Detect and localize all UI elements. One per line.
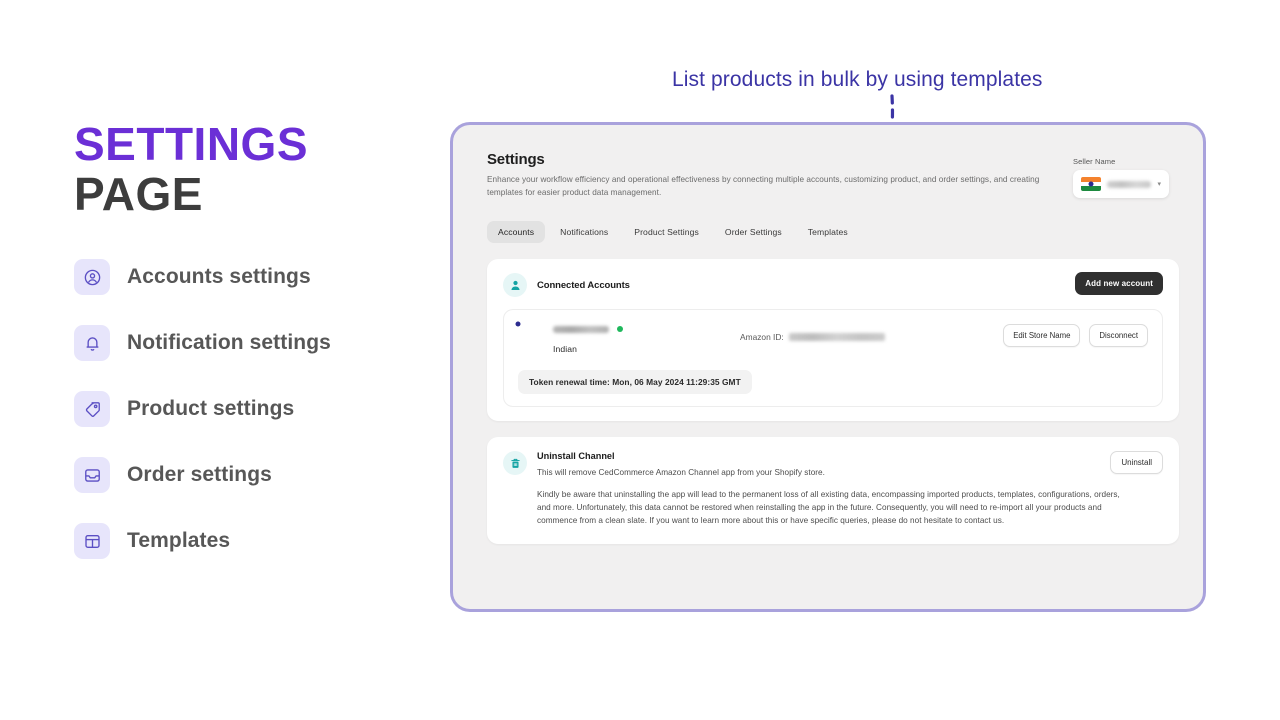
uninstall-channel-panel: Uninstall Channel Uninstall This will re…	[487, 437, 1179, 544]
feature-label: Order settings	[127, 463, 272, 487]
tab-accounts[interactable]: Accounts	[487, 221, 546, 244]
annotation-text: List products in bulk by using templates	[672, 68, 1043, 91]
feature-item-order[interactable]: Order settings	[74, 457, 454, 494]
connected-accounts-header: Connected Accounts	[503, 273, 1163, 298]
amazon-id-label: Amazon ID:	[740, 332, 784, 343]
tab-order-settings[interactable]: Order Settings	[714, 221, 793, 243]
edit-store-name-button[interactable]: Edit Store Name	[1003, 324, 1081, 348]
account-row: Indian Amazon ID: Edit Store Name Discon…	[503, 309, 1163, 408]
feature-item-templates[interactable]: Templates	[74, 523, 454, 560]
status-online-icon	[617, 326, 623, 333]
connected-accounts-title: Connected Accounts	[537, 279, 630, 291]
tag-icon	[74, 391, 110, 428]
uninstall-paragraph-2: Kindly be aware that uninstalling the ap…	[537, 489, 1120, 526]
chevron-down-icon: ▾	[1157, 181, 1161, 188]
tab-notifications[interactable]: Notifications	[549, 221, 619, 243]
feature-label: Product settings	[127, 397, 295, 421]
app-screenshot-card: Settings Enhance your workflow efficienc…	[450, 122, 1206, 612]
add-new-account-button[interactable]: Add new account	[1075, 272, 1163, 296]
uninstall-paragraph-1: This will remove CedCommerce Amazon Chan…	[537, 468, 825, 478]
page-title-primary: SETTINGS	[74, 118, 309, 170]
account-country: Indian	[553, 344, 578, 355]
india-flag-icon	[1081, 177, 1101, 191]
person-icon	[503, 273, 527, 298]
feature-label: Notification settings	[127, 331, 331, 355]
feature-item-accounts[interactable]: Accounts settings	[74, 259, 454, 296]
inbox-icon	[74, 457, 110, 494]
amazon-id-field: Amazon ID:	[740, 332, 885, 342]
seller-account-switcher[interactable]: ▾	[1073, 170, 1169, 198]
account-identity: Indian	[553, 322, 623, 354]
account-store-name	[553, 325, 609, 333]
uninstall-title: Uninstall Channel	[537, 451, 615, 462]
feature-list: Accounts settings Notification settings	[74, 259, 454, 560]
seller-name-block: Seller Name ▾	[1073, 157, 1169, 198]
seller-name-value	[1107, 180, 1152, 188]
feature-label: Accounts settings	[127, 265, 311, 289]
india-flag-icon	[515, 321, 540, 348]
template-icon	[74, 523, 110, 560]
feature-label: Templates	[127, 529, 231, 553]
left-panel: SETTINGS PAGE Accounts settings Notifica…	[74, 120, 454, 589]
bell-icon	[74, 325, 110, 362]
connected-accounts-panel: Connected Accounts Add new account India…	[487, 259, 1179, 422]
feature-item-notification[interactable]: Notification settings	[74, 325, 454, 362]
amazon-id-value	[788, 333, 885, 342]
tab-templates[interactable]: Templates	[797, 221, 859, 243]
tab-product-settings[interactable]: Product Settings	[623, 221, 710, 243]
page-title-secondary: PAGE	[74, 168, 203, 221]
uninstall-button[interactable]: Uninstall	[1110, 451, 1163, 475]
token-renewal-chip: Token renewal time: Mon, 06 May 2024 11:…	[518, 370, 752, 395]
feature-item-product[interactable]: Product settings	[74, 391, 454, 428]
account-actions: Edit Store Name Disconnect	[1003, 324, 1148, 348]
app-subtitle: Enhance your workflow efficiency and ope…	[487, 175, 1040, 197]
uninstall-body: This will remove CedCommerce Amazon Chan…	[503, 466, 1163, 527]
disconnect-button[interactable]: Disconnect	[1089, 324, 1148, 348]
user-circle-icon	[74, 259, 110, 296]
page-root: SETTINGS PAGE Accounts settings Notifica…	[0, 0, 1280, 720]
seller-name-label: Seller Name	[1073, 157, 1116, 166]
settings-tabs: Accounts Notifications Product Settings …	[487, 221, 1179, 244]
